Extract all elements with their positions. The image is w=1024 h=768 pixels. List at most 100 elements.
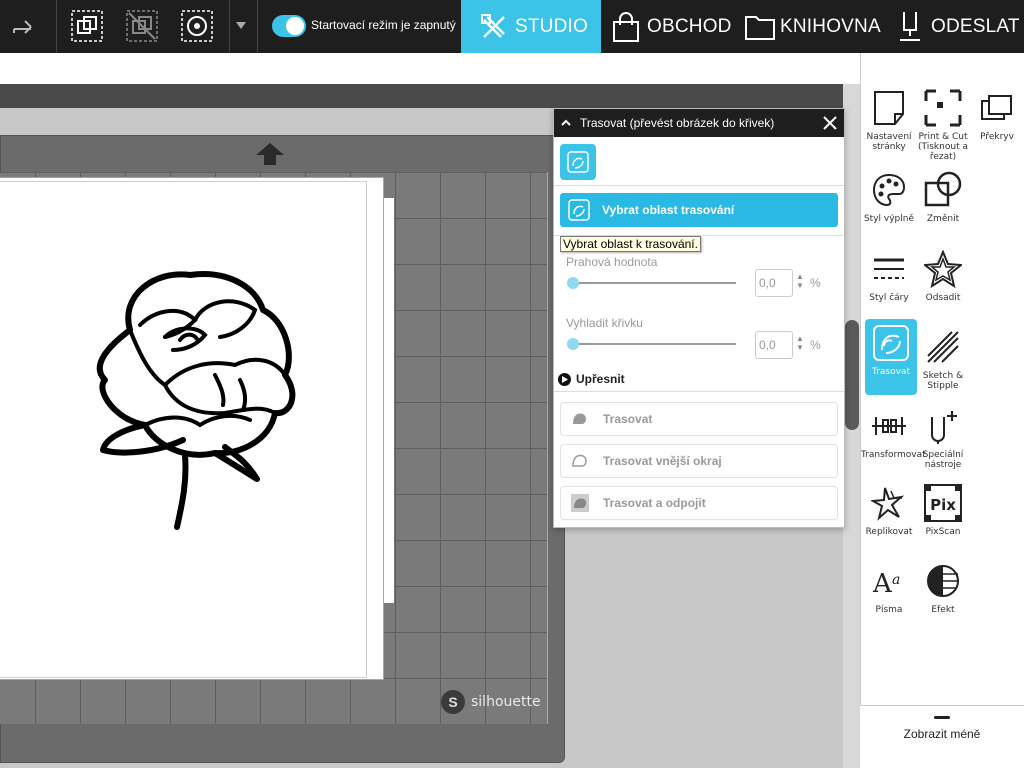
mat-feed-arrow-icon: [256, 143, 284, 165]
tool-overlay[interactable]: Překryv: [969, 88, 1024, 142]
smooth-stepper[interactable]: ▲ ▼: [795, 334, 805, 352]
ungroup-icon[interactable]: [124, 8, 160, 44]
tab-studio-label: STUDIO: [515, 15, 588, 37]
group-icon[interactable]: [69, 8, 105, 44]
show-less-label: Zobrazit méně: [903, 727, 981, 741]
silhouette-brand-text: silhouette: [471, 694, 541, 710]
workspace-ruler-strip: [0, 84, 848, 108]
trace-detach-icon: [569, 492, 591, 514]
fonts-icon: Aa: [869, 561, 909, 601]
pixscan-icon: Pix: [923, 483, 963, 523]
trace-outer-edge-label: Trasovat vnější okraj: [603, 454, 722, 468]
trace-button[interactable]: Trasovat: [560, 402, 838, 436]
panel-divider: [554, 185, 844, 186]
tool-transform[interactable]: Transformovat: [861, 406, 926, 460]
overlay-icon: [977, 88, 1017, 128]
sketch-icon: [923, 327, 963, 367]
select-trace-area-button[interactable]: Vybrat oblast trasování: [560, 193, 838, 227]
special-tools-icon: [923, 406, 963, 446]
right-tool-sidebar: Nastavení stránky Print & Cut (Tisknout …: [860, 53, 1024, 768]
tab-shop[interactable]: OBCHOD: [609, 0, 735, 53]
tool-fonts[interactable]: Aa Písma: [861, 561, 917, 615]
tool-print-cut[interactable]: Print & Cut (Tisknout a řezat): [915, 88, 971, 162]
rose-image[interactable]: [85, 265, 300, 530]
tab-send[interactable]: ODESLAT: [893, 0, 1024, 53]
tool-fill-style[interactable]: Styl výplně: [861, 170, 917, 224]
close-icon[interactable]: [822, 115, 838, 131]
svg-text:a: a: [892, 572, 900, 588]
trace-outline-icon: [569, 450, 591, 472]
page-edge: [384, 198, 394, 603]
replicate-icon: [869, 483, 909, 523]
top-toolbar: Startovací režim je zapnutý STUDIO OBCHO…: [0, 0, 1024, 53]
trace-panel-title: Trasovat (převést obrázek do křivek): [580, 116, 775, 130]
threshold-unit: %: [810, 276, 821, 290]
dropdown-arrow-icon[interactable]: [228, 8, 254, 44]
refine-section-toggle[interactable]: Upřesnit: [558, 372, 625, 386]
show-less-button[interactable]: Zobrazit méně: [860, 705, 1024, 768]
tool-sketch-stipple[interactable]: Sketch & Stipple: [915, 327, 971, 391]
tool-special-tools[interactable]: Speciální nástroje: [915, 406, 971, 470]
svg-text:A: A: [872, 569, 893, 598]
trace-icon: [567, 151, 589, 173]
silhouette-mat-logo: S silhouette: [441, 690, 541, 714]
trace-mode-button[interactable]: [560, 144, 596, 180]
panel-divider: [554, 391, 844, 392]
redo-icon[interactable]: [6, 8, 42, 44]
silhouette-logo-icon: S: [441, 690, 465, 714]
threshold-slider-thumb[interactable]: [567, 277, 579, 289]
trace-outer-edge-button[interactable]: Trasovat vnější okraj: [560, 444, 838, 478]
toolbar-divider: [56, 0, 57, 53]
tab-send-label: ODESLAT: [931, 15, 1020, 37]
tab-library-label: KNIHOVNA: [780, 15, 881, 37]
trace-and-detach-button[interactable]: Trasovat a odpojit: [560, 486, 838, 520]
tab-studio[interactable]: STUDIO: [461, 0, 601, 53]
trace-fill-icon: [569, 408, 591, 430]
trace-button-label: Trasovat: [603, 412, 653, 426]
tool-modify[interactable]: Změnit: [915, 170, 971, 224]
effect-icon: [923, 561, 963, 601]
collapse-handle-icon: [934, 716, 950, 719]
trace-panel-header[interactable]: Trasovat (převést obrázek do křivek): [554, 109, 844, 137]
play-arrow-icon: [558, 372, 571, 386]
select-area-icon: [568, 199, 590, 221]
smooth-unit: %: [810, 338, 821, 352]
tool-pixscan[interactable]: Pix PixScan: [915, 483, 971, 537]
shopping-bag-icon: [609, 10, 643, 44]
tool-trace[interactable]: Trasovat: [863, 319, 919, 395]
tab-library[interactable]: KNIHOVNA: [744, 0, 881, 53]
line-style-icon: [869, 249, 909, 289]
vertical-scrollbar[interactable]: [845, 320, 859, 430]
smooth-input[interactable]: 0,0: [755, 331, 793, 359]
fill-palette-icon: [869, 170, 909, 210]
studio-icon: [477, 10, 511, 44]
transform-icon: [869, 406, 909, 446]
folder-icon: [744, 10, 776, 44]
print-cut-icon: [923, 88, 963, 128]
smooth-curve-label: Vyhladit křivku: [566, 316, 643, 330]
startup-mode-toggle[interactable]: [272, 15, 306, 37]
release-compound-icon[interactable]: [179, 8, 215, 44]
threshold-stepper[interactable]: ▲ ▼: [795, 272, 805, 290]
tab-shop-label: OBCHOD: [647, 15, 732, 37]
tool-effect[interactable]: Efekt: [915, 561, 971, 615]
collapse-chevron-icon[interactable]: [560, 117, 572, 129]
threshold-slider-track[interactable]: [572, 282, 736, 284]
tool-replicate[interactable]: Replikovat: [861, 483, 917, 537]
tool-line-style[interactable]: Styl čáry: [861, 249, 917, 303]
threshold-input[interactable]: 0,0: [755, 269, 793, 297]
select-trace-area-label: Vybrat oblast trasování: [602, 203, 735, 217]
trace-and-detach-label: Trasovat a odpojit: [603, 496, 706, 510]
threshold-label: Prahová hodnota: [566, 255, 658, 269]
smooth-slider-thumb[interactable]: [567, 338, 579, 350]
tool-trace-highlight: Trasovat: [865, 319, 917, 395]
offset-star-icon: [923, 249, 963, 289]
trace-icon: [871, 323, 911, 363]
toolbar-divider: [257, 0, 258, 53]
trace-panel: Trasovat (převést obrázek do křivek) Vyb…: [553, 108, 845, 528]
tool-offset[interactable]: Odsadit: [915, 249, 971, 303]
tool-page-setup[interactable]: Nastavení stránky: [861, 88, 917, 152]
send-cutter-icon: [893, 10, 927, 44]
modify-icon: [923, 170, 963, 210]
smooth-slider-track[interactable]: [572, 343, 736, 345]
